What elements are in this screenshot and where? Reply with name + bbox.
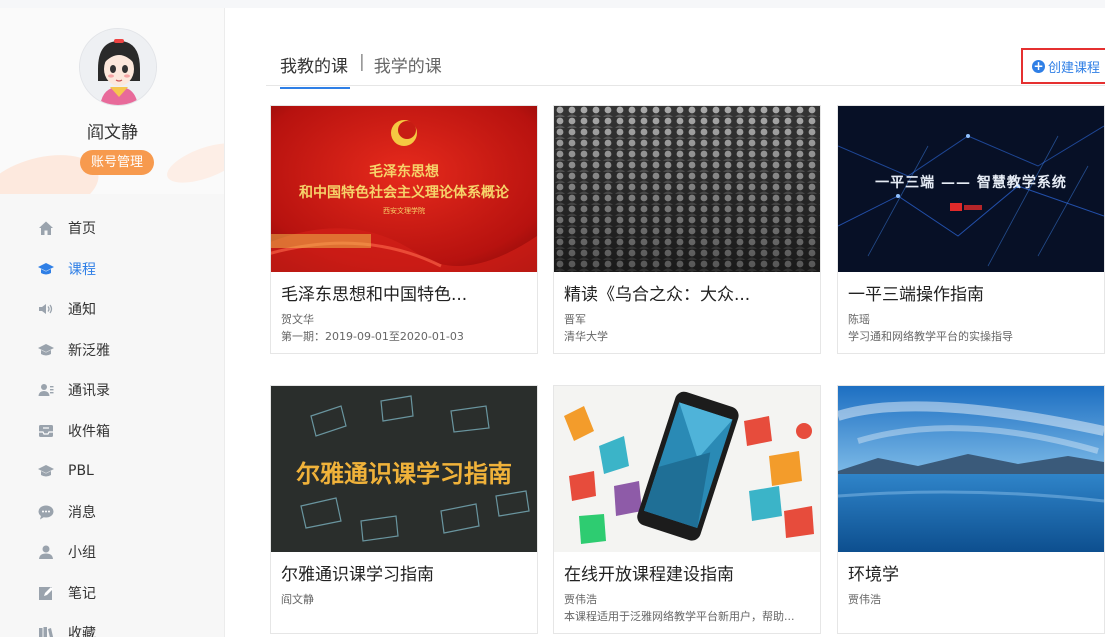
cover-title-line: 尔雅通识课学习指南 — [296, 460, 512, 488]
course-cover: 尔雅通识课学习指南 — [271, 386, 537, 552]
phone-infographic-cover-image — [554, 386, 820, 552]
inbox-icon — [38, 423, 54, 439]
decoration — [162, 135, 224, 191]
avatar[interactable] — [79, 28, 157, 106]
sidebar-item-pbl[interactable]: PBL — [0, 451, 224, 492]
chat-bubble-icon — [38, 504, 54, 520]
course-subtitle: 第一期：2019-09-01至2020-01-03 — [281, 330, 464, 343]
course-title: 毛泽东思想和中国特色... — [281, 285, 468, 305]
course-teacher: 贾伟浩 — [848, 593, 881, 606]
course-card[interactable]: 精读《乌合之众：大众... 晋军 清华大学 — [553, 105, 821, 354]
course-title: 一平三端操作指南 — [848, 285, 984, 305]
course-card[interactable]: 环境学 贾伟浩 — [837, 385, 1105, 634]
course-teacher: 晋军 — [564, 313, 586, 326]
course-subtitle: 清华大学 — [564, 330, 608, 343]
profile-panel: 阎文静 账号管理 — [0, 8, 224, 194]
sidebar-item-favorites[interactable]: 收藏 — [0, 613, 224, 637]
cover-title-line: 一平三端 —— 智慧教学系统 — [875, 175, 1067, 191]
sidebar-item-notice[interactable]: 通知 — [0, 289, 224, 330]
edit-icon — [38, 585, 54, 601]
sidebar-item-home[interactable]: 首页 — [0, 208, 224, 249]
lake-landscape-cover-image — [838, 386, 1104, 552]
home-icon — [38, 220, 54, 236]
sidebar-item-group[interactable]: 小组 — [0, 532, 224, 573]
user-name: 阎文静 — [87, 123, 138, 143]
sidebar-item-contacts[interactable]: 通讯录 — [0, 370, 224, 411]
course-cover: 毛泽东思想 和中国特色社会主义理论体系概论 西安文理学院 — [271, 106, 537, 272]
course-teacher: 贾伟浩 — [564, 593, 597, 606]
course-subtitle: 本课程适用于泛雅网络教学平台新用户，帮助... — [564, 610, 795, 623]
course-teacher: 贺文华 — [281, 313, 314, 326]
sidebar-item-course[interactable]: 课程 — [0, 249, 224, 290]
sidebar-item-label: 通知 — [68, 302, 96, 319]
sidebar: 阎文静 账号管理 首页 课程 通知 新泛雅 通讯录 收件箱 PBL 消息 小组 … — [0, 8, 225, 637]
sidebar-item-label: 通讯录 — [68, 383, 110, 400]
books-icon — [38, 625, 54, 637]
sidebar-item-label: PBL — [68, 463, 94, 480]
course-teacher: 阎文静 — [281, 593, 314, 606]
sidebar-item-notes[interactable]: 笔记 — [0, 573, 224, 614]
course-title: 精读《乌合之众：大众... — [564, 285, 751, 305]
sidebar-item-label: 新泛雅 — [68, 342, 110, 359]
course-cover — [838, 386, 1104, 552]
course-cover: 一平三端 —— 智慧教学系统 — [838, 106, 1104, 272]
course-icon — [38, 261, 54, 277]
course-tabs: 我教的课 | 我学的课 — [280, 52, 442, 89]
graduation-icon — [38, 342, 54, 358]
tab-separator: | — [359, 52, 365, 72]
create-course-label: 创建课程 — [1048, 60, 1101, 76]
course-card[interactable]: 毛泽东思想 和中国特色社会主义理论体系概论 西安文理学院 毛泽东思想和中国特色.… — [270, 105, 538, 354]
sidebar-item-xinfanya[interactable]: 新泛雅 — [0, 330, 224, 371]
sidebar-item-messages[interactable]: 消息 — [0, 492, 224, 533]
course-subtitle: 学习通和网络教学平台的实操指导 — [848, 330, 1013, 343]
sidebar-item-label: 消息 — [68, 504, 96, 521]
top-strip — [0, 0, 1105, 8]
sidebar-item-label: 收件箱 — [68, 423, 110, 440]
cover-caption: 西安文理学院 — [383, 207, 425, 215]
course-card[interactable]: 一平三端 —— 智慧教学系统 一平三端操作指南 陈瑶 学习通和网络教学平台的实操… — [837, 105, 1105, 354]
sidebar-nav: 首页 课程 通知 新泛雅 通讯录 收件箱 PBL 消息 小组 笔记 收藏 — [0, 208, 224, 637]
person-icon — [38, 544, 54, 560]
tabs-divider — [266, 85, 1105, 86]
sidebar-item-label: 首页 — [68, 221, 96, 238]
main-content: 我教的课 | 我学的课 + 创建课程 毛泽东思想 和中国特色社会主义理论体系概论… — [225, 8, 1105, 637]
sidebar-item-label: 小组 — [68, 545, 96, 562]
plus-circle-icon: + — [1032, 58, 1045, 73]
sidebar-item-inbox[interactable]: 收件箱 — [0, 411, 224, 452]
course-title: 环境学 — [848, 565, 899, 585]
course-card[interactable]: 尔雅通识课学习指南 尔雅通识课学习指南 阎文静 — [270, 385, 538, 634]
account-management-button[interactable]: 账号管理 — [80, 150, 154, 175]
graduation-icon — [38, 463, 54, 479]
course-teacher: 陈瑶 — [848, 313, 870, 326]
page: 阎文静 账号管理 首页 课程 通知 新泛雅 通讯录 收件箱 PBL 消息 小组 … — [0, 0, 1105, 637]
create-course-button[interactable]: + 创建课程 — [1021, 48, 1105, 84]
tab-teaching[interactable]: 我教的课 — [280, 52, 350, 89]
sidebar-item-label: 收藏 — [68, 626, 96, 637]
sidebar-item-label: 课程 — [68, 261, 96, 278]
cover-title-line: 毛泽东思想 — [369, 164, 439, 180]
course-title: 在线开放课程建设指南 — [564, 565, 734, 585]
contacts-icon — [38, 382, 54, 398]
course-title: 尔雅通识课学习指南 — [281, 565, 434, 585]
crowd-cover-image — [554, 106, 820, 272]
course-cover — [554, 106, 820, 272]
sidebar-item-label: 笔记 — [68, 585, 96, 602]
course-card[interactable]: 在线开放课程建设指南 贾伟浩 本课程适用于泛雅网络教学平台新用户，帮助... — [553, 385, 821, 634]
speaker-icon — [38, 301, 54, 317]
avatar-illustration — [80, 29, 156, 105]
tab-learning[interactable]: 我学的课 — [374, 52, 442, 87]
cover-title-line: 和中国特色社会主义理论体系概论 — [299, 185, 509, 201]
course-cover — [554, 386, 820, 552]
